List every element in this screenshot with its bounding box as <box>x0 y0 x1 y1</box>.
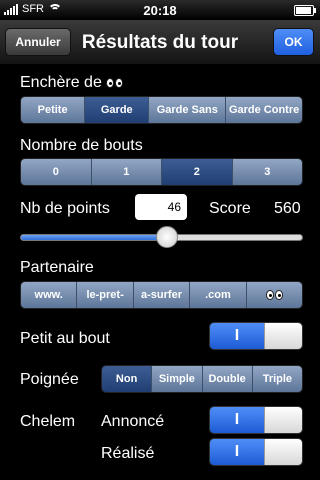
enchere-label-text: Enchère de <box>20 74 102 91</box>
chelem-annonce-switch[interactable]: I <box>209 406 303 434</box>
poignee-option-triple[interactable]: Triple <box>252 366 302 392</box>
points-slider-knob[interactable] <box>155 226 178 248</box>
enchere-option-garde-contre[interactable]: Garde Contre <box>226 97 302 123</box>
enchere-option-petite[interactable]: Petite <box>21 97 86 123</box>
chelem-label: Chelem <box>20 413 76 430</box>
bouts-option-3[interactable]: 3 <box>232 159 302 185</box>
poignee-option-double[interactable]: Double <box>202 366 253 392</box>
switch-on-label: I <box>210 439 264 465</box>
enchere-segmented-control: Petite Garde Garde Sans Garde Contre <box>20 96 303 124</box>
partenaire-option-com[interactable]: .com <box>190 282 247 308</box>
score-value: 560 <box>274 200 301 217</box>
switch-thumb <box>264 407 302 433</box>
chelem-annonce-label: Annoncé <box>101 413 165 430</box>
score-label: Score <box>209 200 251 217</box>
poignee-segmented-control: Non Simple Double Triple <box>101 365 303 393</box>
poignee-label: Poignée <box>20 371 79 388</box>
points-label: Nb de points <box>20 200 110 217</box>
bouts-option-0[interactable]: 0 <box>21 159 92 185</box>
bouts-option-1[interactable]: 1 <box>91 159 162 185</box>
partenaire-segmented-control: www. le-pret- a-surfer .com <box>20 281 303 309</box>
enchere-label: Enchère de <box>20 74 124 92</box>
nav-bar: Annuler Résultats du tour OK <box>0 20 320 65</box>
switch-on-label: I <box>210 407 264 433</box>
petit-au-bout-switch[interactable]: I <box>209 322 303 350</box>
eyes-icon <box>106 77 124 88</box>
status-bar: SFR 20:18 <box>0 0 320 20</box>
enchere-option-garde[interactable]: Garde <box>85 97 150 123</box>
page-title: Résultats du tour <box>81 32 239 53</box>
bouts-option-2[interactable]: 2 <box>162 159 233 185</box>
switch-thumb <box>264 323 302 349</box>
chelem-realise-switch[interactable]: I <box>209 438 303 466</box>
points-input[interactable]: 46 <box>135 194 187 220</box>
partenaire-option-a-surfer[interactable]: a-surfer <box>133 282 191 308</box>
partenaire-option-le-pret[interactable]: le-pret- <box>77 282 134 308</box>
switch-thumb <box>264 439 302 465</box>
battery-icon <box>294 5 316 16</box>
petit-au-bout-label: Petit au bout <box>20 330 110 347</box>
bouts-segmented-control: 0 1 2 3 <box>20 158 303 186</box>
status-time: 20:18 <box>143 3 177 18</box>
switch-on-label: I <box>210 323 264 349</box>
points-slider-fill <box>21 235 168 240</box>
bouts-label: Nombre de bouts <box>20 137 143 154</box>
ok-button[interactable]: OK <box>273 28 314 56</box>
partenaire-option-www[interactable]: www. <box>21 282 78 308</box>
partenaire-label: Partenaire <box>20 259 94 276</box>
eyes-icon <box>265 290 283 300</box>
enchere-option-garde-sans[interactable]: Garde Sans <box>149 97 227 123</box>
poignee-option-non[interactable]: Non <box>102 366 153 392</box>
partenaire-option-eyes[interactable] <box>246 282 302 308</box>
chelem-realise-label: Réalisé <box>101 445 155 462</box>
poignee-option-simple[interactable]: Simple <box>152 366 203 392</box>
